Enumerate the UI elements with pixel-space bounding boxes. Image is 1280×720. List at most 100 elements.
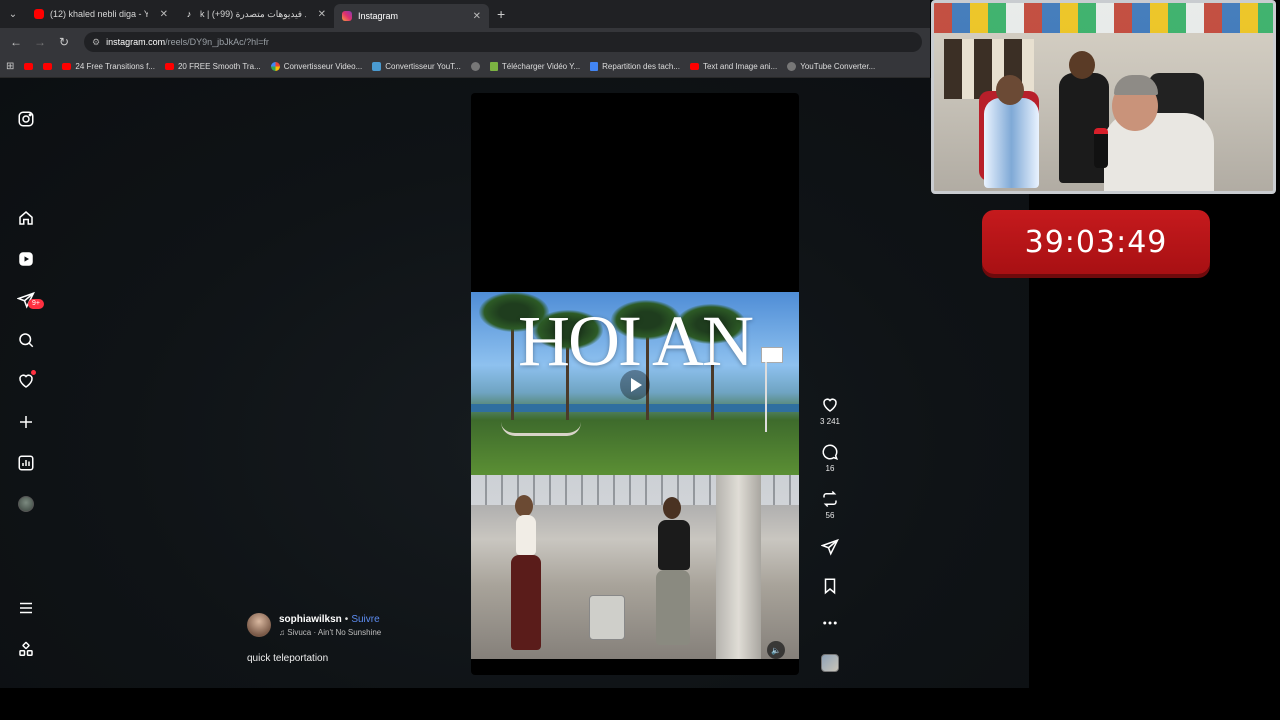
profile-avatar[interactable] [16,494,36,514]
chart-icon[interactable] [16,453,36,473]
bookmark-item[interactable]: Convertisseur YouT... [372,62,461,71]
instagram-icon [342,11,352,21]
music-icon: ♫ [279,627,288,637]
close-icon[interactable]: ✕ [160,9,168,20]
hammock [501,422,581,436]
bookmark-item[interactable]: Text and Image ani... [689,62,777,71]
reel-caption: quick teleportation [247,653,329,664]
bookmark-item[interactable]: 24 Free Transitions f... [62,62,155,71]
reel-video[interactable]: HOI AN 🔈 [471,93,799,675]
url-input[interactable]: ⚙ instagram.com/reels/DY9n_jbJkAc/?hl=fr [84,32,922,52]
back-button[interactable]: ← [4,28,28,56]
url-host: instagram.com [106,37,166,47]
plus-icon[interactable] [16,412,36,432]
bookmark-label: Repartition des tach... [602,62,680,71]
bookmark-icon [824,578,836,595]
audio-track-label: Sivuca · Ain't No Sunshine [287,627,382,637]
bookmark-label: 20 FREE Smooth Tra... [177,62,261,71]
man-head [663,497,681,519]
search-icon[interactable] [16,330,36,350]
more-icon [823,621,837,625]
bookmark-label: Télécharger Vidéo Y... [501,62,581,71]
person-head [996,75,1024,105]
pillar [716,475,761,659]
reels-icon[interactable] [16,249,36,269]
bookmark-item[interactable]: 20 FREE Smooth Tra... [164,62,261,71]
docs-icon [590,62,599,71]
close-icon[interactable]: ✕ [473,11,481,22]
home-icon[interactable] [16,208,36,228]
audio-track[interactable]: ♫ Sivuca · Ain't No Sunshine [279,628,381,637]
bookmark-item[interactable]: Télécharger Vidéo Y... [489,62,581,71]
separator: • [344,613,349,625]
microphone [1094,128,1108,168]
converter-icon [372,62,382,71]
person-head [1069,51,1095,79]
tab-label: Instagram [358,11,399,21]
repost-icon [823,490,837,508]
reload-button[interactable]: ↻ [52,28,76,56]
globe-icon [470,62,480,71]
google-icon [270,62,280,71]
avatar [18,496,34,512]
youtube-icon [689,63,699,70]
menu-icon[interactable] [16,598,36,618]
woman-legs [511,555,541,650]
audio-thumbnail [821,654,839,672]
send-icon [821,538,839,556]
webcam-overlay [931,0,1276,194]
author-username[interactable]: sophiawilksn [279,614,342,625]
download-icon [489,62,498,71]
like-button[interactable]: 3 241 [812,396,848,426]
forward-button[interactable]: → [28,28,52,56]
share-button[interactable] [812,538,848,556]
woman-torso [516,515,536,555]
url-path: /reels/DY9n_jbJkAc/?hl=fr [165,37,269,47]
site-info-icon[interactable]: ⚙ [92,37,100,48]
tab-youtube[interactable]: (12) khaled nebli diga - YouTube ✕ [26,0,176,28]
sea [471,404,799,412]
notification-dot [31,370,36,375]
bookmark-label: Convertisseur YouT... [385,62,461,71]
author-avatar[interactable] [247,613,271,637]
bookmark-item[interactable]: Repartition des tach... [590,62,680,71]
youtube-icon [34,9,44,19]
bookmark-item[interactable] [24,63,34,70]
bookmark-item[interactable]: YouTube Converter... [787,62,875,71]
youtube-icon [24,63,34,70]
tab-instagram[interactable]: Instagram ✕ [334,4,489,28]
youtube-icon [43,63,53,70]
bookmark-item[interactable] [470,62,480,71]
close-icon[interactable]: ✕ [318,9,326,20]
more-options-button[interactable] [812,614,848,632]
address-bar: ← → ↻ ⚙ instagram.com/reels/DY9n_jbJkAc/… [0,28,930,56]
repost-button[interactable]: 56 [812,490,848,520]
save-button[interactable] [812,577,848,595]
play-button[interactable] [620,370,650,400]
heart-icon[interactable] [16,370,36,391]
comment-icon [822,444,839,461]
person-torso [984,98,1039,188]
bookmark-item[interactable] [43,63,53,70]
volume-icon[interactable]: 🔈 [767,641,785,659]
tiktok-icon: ♪ [186,9,192,19]
heart-icon [823,398,837,412]
reel-author: sophiawilksn • Suivre ♫ Sivuca · Ain't No … [247,613,381,637]
follow-button[interactable]: Suivre [351,614,379,625]
apps-icon[interactable]: ⊞ [6,61,14,72]
audio-button[interactable] [812,654,848,672]
bookmark-item[interactable]: Convertisseur Video... [270,62,362,71]
like-count: 3 241 [819,417,841,426]
bookmark-label: YouTube Converter... [800,62,876,71]
instagram-page: 9+ HOI AN 🔈 3 241 16 56 sophiawilksn • S… [0,78,1029,688]
tab-label: k | شاهد فيديوهات متصدرة (99+) [200,8,306,19]
repost-count: 56 [825,511,835,520]
browser-tab-bar: ⌄ (12) khaled nebli diga - YouTube ✕ ♪ k… [0,0,930,28]
apps-icon[interactable] [16,640,36,660]
send-icon[interactable]: 9+ [16,290,44,310]
instagram-icon[interactable] [16,109,36,129]
tab-search-chevron-icon[interactable]: ⌄ [0,0,26,28]
comment-button[interactable]: 16 [812,443,848,473]
new-tab-button[interactable]: + [497,6,505,22]
tab-tiktok[interactable]: ♪ k | شاهد فيديوهات متصدرة (99+) ✕ [176,0,334,28]
